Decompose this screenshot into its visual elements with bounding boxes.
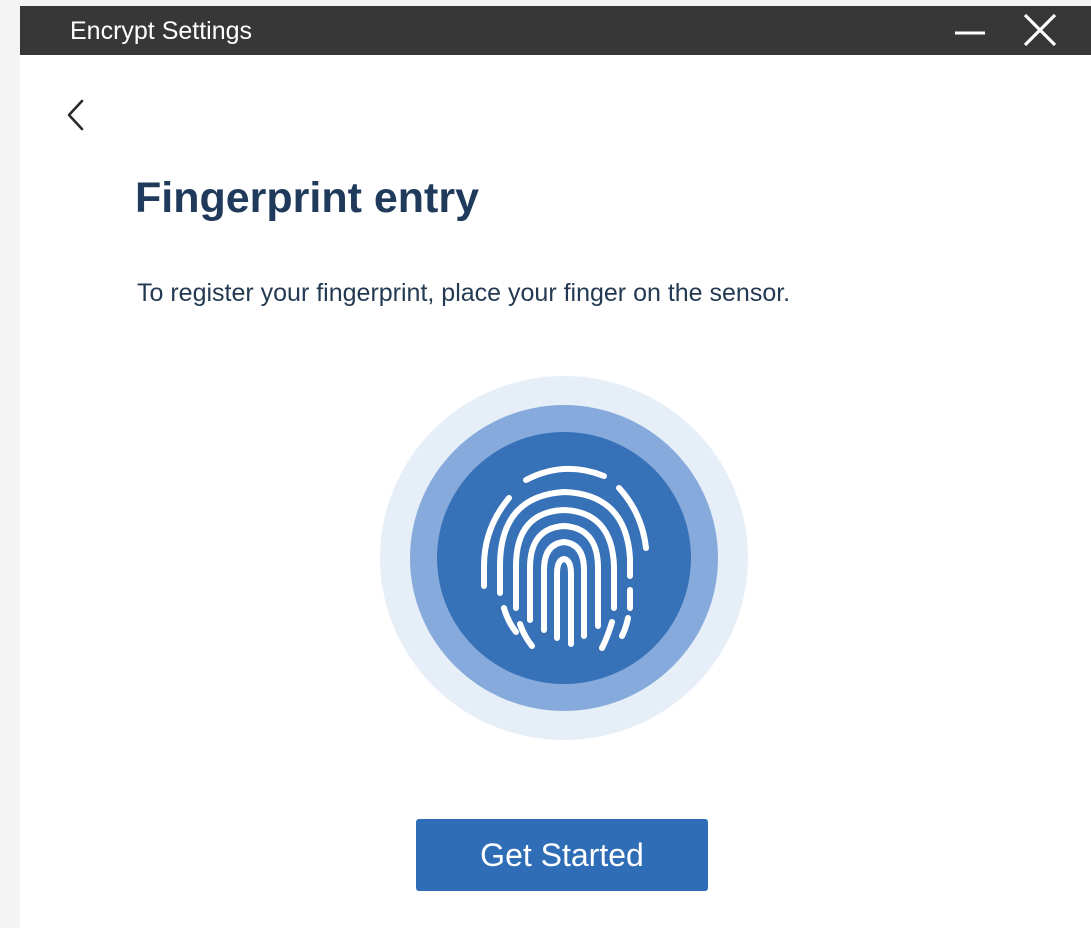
get-started-button[interactable]: Get Started	[416, 819, 708, 891]
minimize-icon	[955, 31, 985, 35]
back-button[interactable]	[58, 92, 98, 138]
encrypt-settings-window: Encrypt Settings Fingerprint entry To re…	[20, 6, 1091, 928]
minimize-button[interactable]	[945, 6, 995, 55]
instruction-text: To register your fingerprint, place your…	[137, 279, 791, 307]
title-bar: Encrypt Settings	[20, 6, 1091, 55]
page-title: Fingerprint entry	[135, 174, 480, 222]
fingerprint-icon	[481, 465, 649, 651]
close-button[interactable]	[1015, 6, 1065, 55]
window-title: Encrypt Settings	[70, 17, 253, 45]
fingerprint-illustration	[380, 376, 748, 740]
close-icon	[1023, 13, 1057, 47]
chevron-left-icon	[67, 99, 84, 131]
